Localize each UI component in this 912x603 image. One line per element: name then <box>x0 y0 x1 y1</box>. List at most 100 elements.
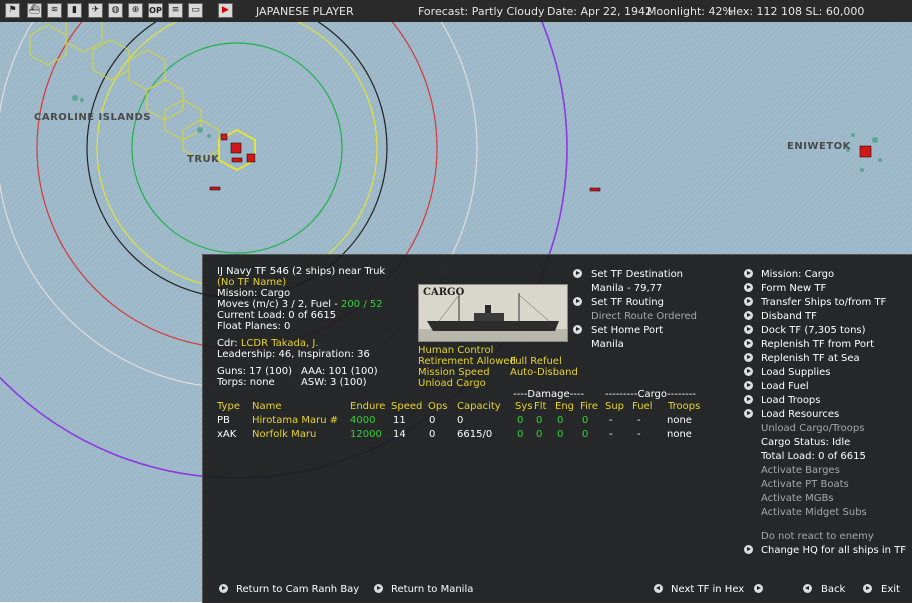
flag-human-control[interactable]: Human Control <box>418 345 493 356</box>
flag-full-refuel[interactable]: Full Refuel <box>510 356 562 367</box>
arrow-icon[interactable] <box>744 339 753 348</box>
cell-flt: 0 <box>536 429 543 440</box>
chart-icon[interactable]: ▮ <box>67 3 82 18</box>
exit-button[interactable]: Exit <box>881 584 900 595</box>
back-icon[interactable] <box>803 584 812 593</box>
form-new-tf-button[interactable]: Form New TF <box>761 283 826 294</box>
arrow-icon[interactable] <box>744 545 753 554</box>
arrow-icon[interactable] <box>744 325 753 334</box>
col-fire: Fire <box>580 401 598 412</box>
target-icon[interactable]: ⊕ <box>128 3 143 18</box>
arrow-icon[interactable] <box>744 367 753 376</box>
window-icon[interactable]: ▭ <box>188 3 203 18</box>
col-capacity: Capacity <box>457 401 501 412</box>
home-port-value: Manila <box>591 339 624 350</box>
arrow-icon[interactable] <box>573 297 582 306</box>
set-home-port-button[interactable]: Set Home Port <box>591 325 663 336</box>
cell-endure: 4000 <box>350 415 376 426</box>
tf-mission: Mission: Cargo <box>217 288 291 299</box>
arrow-icon[interactable] <box>573 325 582 334</box>
tf-guns: Guns: 17 (100) <box>217 366 292 377</box>
arrow-icon[interactable] <box>744 409 753 418</box>
cell-eng: 0 <box>557 415 564 426</box>
col-ops: Ops <box>428 401 448 412</box>
cell-fire: 0 <box>582 415 589 426</box>
plane-icon[interactable]: ✈ <box>88 3 103 18</box>
prev-tf-icon[interactable] <box>654 584 663 593</box>
flag-icon[interactable]: ⚑ <box>5 3 20 18</box>
total-load-label: Total Load: 0 of 6615 <box>761 451 866 462</box>
replenish-sea-button[interactable]: Replenish TF at Sea <box>761 353 860 364</box>
flag-auto-disband[interactable]: Auto-Disband <box>510 367 578 378</box>
cell-capacity: 0 <box>457 415 464 426</box>
load-troops-button[interactable]: Load Troops <box>761 395 821 406</box>
flag-mission-speed[interactable]: Mission Speed <box>418 367 490 378</box>
top-toolbar: ⚑ ⛴ ≋ ▮ ✈ ◍ ⊕ OP ≡ ▭ ▶ JAPANESE PLAYER F… <box>0 0 912 23</box>
load-resources-button[interactable]: Load Resources <box>761 409 839 420</box>
activate-barges-button: Activate Barges <box>761 465 840 476</box>
tf-asw: ASW: 3 (100) <box>301 377 367 388</box>
arrow-icon[interactable] <box>744 353 753 362</box>
damage-header: ----Damage---- <box>513 389 585 400</box>
globe-icon[interactable]: ◍ <box>108 3 123 18</box>
load-fuel-button[interactable]: Load Fuel <box>761 381 809 392</box>
tf-header: IJ Navy TF 546 (2 ships) near Truk <box>217 266 386 277</box>
cell-sys: 0 <box>517 415 524 426</box>
col-endure: Endure <box>350 401 386 412</box>
mission-cargo-button[interactable]: Mission: Cargo <box>761 269 834 280</box>
cell-name[interactable]: Norfolk Maru <box>252 429 316 440</box>
tf-torps: Torps: none <box>217 377 275 388</box>
unload-cargo-button: Unload Cargo/Troops <box>761 423 865 434</box>
col-eng: Eng <box>555 401 575 412</box>
tf-cdr-name[interactable]: LCDR Takada, J. <box>241 338 319 349</box>
cell-troops: none <box>667 429 692 440</box>
disband-tf-button[interactable]: Disband TF <box>761 311 817 322</box>
set-destination-button[interactable]: Set TF Destination <box>591 269 683 280</box>
next-tf-icon[interactable] <box>754 584 763 593</box>
transfer-ships-button[interactable]: Transfer Ships to/from TF <box>761 297 886 308</box>
cell-name[interactable]: Hirotama Maru # <box>252 415 338 426</box>
ops-icon[interactable]: OP <box>148 3 163 18</box>
direct-route-label: Direct Route Ordered <box>591 311 698 322</box>
arrow-icon[interactable] <box>374 584 383 593</box>
col-name: Name <box>252 401 282 412</box>
list-icon[interactable]: ≡ <box>168 3 183 18</box>
play-icon[interactable]: ▶ <box>218 3 233 18</box>
col-sys: Sys <box>515 401 533 412</box>
set-routing-button[interactable]: Set TF Routing <box>591 297 664 308</box>
arrow-icon[interactable] <box>744 395 753 404</box>
flag-unload-cargo[interactable]: Unload Cargo <box>418 378 486 389</box>
replenish-port-button[interactable]: Replenish TF from Port <box>761 339 874 350</box>
arrow-icon[interactable] <box>744 269 753 278</box>
arrow-icon[interactable] <box>744 311 753 320</box>
map-label-truk: TRUK <box>187 154 220 165</box>
arrow-icon[interactable] <box>744 381 753 390</box>
cell-fuel: - <box>637 429 641 440</box>
tf-commander: Cdr: LCDR Takada, J. <box>217 338 319 349</box>
moonlight-label: Moonlight: 42% <box>647 5 733 18</box>
ship-icon[interactable]: ⛴ <box>27 3 42 18</box>
tf-cdr-prefix: Cdr: <box>217 338 241 349</box>
arrow-icon[interactable] <box>573 269 582 278</box>
wave-icon[interactable]: ≋ <box>47 3 62 18</box>
tf-name-note[interactable]: (No TF Name) <box>217 277 286 288</box>
hex-label: Hex: 112 108 SL: 60,000 <box>728 5 865 18</box>
return-cam-ranh-button[interactable]: Return to Cam Ranh Bay <box>236 584 359 595</box>
task-force-panel: IJ Navy TF 546 (2 ships) near Truk (No T… <box>202 254 912 603</box>
exit-icon[interactable] <box>863 584 872 593</box>
dock-tf-button[interactable]: Dock TF (7,305 tons) <box>761 325 866 336</box>
col-type: Type <box>217 401 240 412</box>
cargo-ship-icon <box>419 293 567 341</box>
arrow-icon[interactable] <box>744 283 753 292</box>
return-manila-button[interactable]: Return to Manila <box>391 584 473 595</box>
col-speed: Speed <box>391 401 423 412</box>
arrow-icon[interactable] <box>744 297 753 306</box>
tf-moves-prefix: Moves (m/c) 3 / 2, Fuel - <box>217 299 342 310</box>
back-button[interactable]: Back <box>821 584 845 595</box>
arrow-icon[interactable] <box>219 584 228 593</box>
cell-endure: 12000 <box>350 429 382 440</box>
load-supplies-button[interactable]: Load Supplies <box>761 367 830 378</box>
change-hq-button[interactable]: Change HQ for all ships in TF <box>761 545 906 556</box>
no-react-label[interactable]: Do not react to enemy <box>761 531 874 542</box>
flag-retirement[interactable]: Retirement Allowed <box>418 356 516 367</box>
